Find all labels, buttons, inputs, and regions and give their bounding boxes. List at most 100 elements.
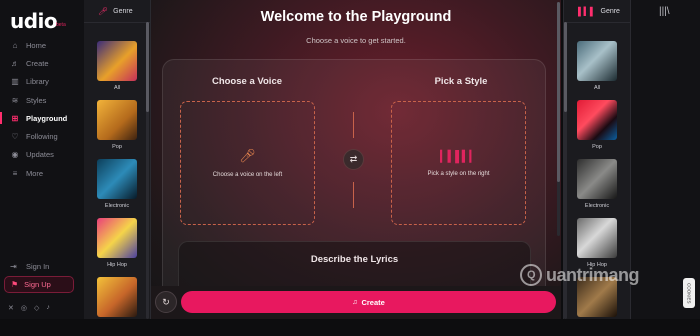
microphone-icon: 🎤︎ — [98, 6, 109, 16]
divider-line — [353, 182, 354, 208]
styles-icon: ≋ — [11, 95, 19, 105]
page-title: Welcome to the Playground — [260, 9, 452, 25]
lyrics-title: Describe the Lyrics — [310, 254, 399, 265]
home-icon: ⌂ — [12, 40, 18, 50]
tiktok-icon[interactable]: ♪ — [46, 304, 50, 312]
genre-thumbnail — [577, 100, 617, 140]
playground-card: Choose a Voice Pick a Style 🎤︎ Choose a … — [162, 59, 546, 319]
genre-thumbnail — [577, 159, 617, 199]
music-note-icon: ♫ — [352, 298, 358, 306]
playground-icon: ⊞ — [11, 113, 19, 123]
library-icon: ▥ — [11, 77, 19, 87]
bottom-action-bar: ↻ ♫ Create — [151, 286, 561, 319]
pick-style-title: Pick a Style — [434, 76, 488, 87]
reset-button[interactable]: ↻ — [155, 291, 177, 313]
genre-header: 🎤︎ Genre — [84, 0, 150, 23]
beta-badge: beta — [56, 22, 66, 28]
heart-icon: ♡ — [11, 132, 19, 142]
swap-button[interactable]: ⇄ — [343, 149, 364, 170]
genre-item-pop[interactable]: Pop — [84, 100, 150, 159]
nav-item-following[interactable]: ♡ Following — [0, 127, 84, 145]
watermark-logo-icon: Q — [520, 264, 542, 286]
main-nav: ⌂ Home ♬ Create ▥ Library ≋ Styles ⊞ Pla… — [0, 36, 84, 182]
right-side-panel: |||\ — [630, 0, 700, 319]
genre-column-left: 🎤︎ Genre All Pop Electronic Hip Hop — [84, 0, 151, 319]
voice-hint: Choose a voice on the left — [212, 172, 283, 178]
scrollbar[interactable] — [146, 22, 149, 319]
nav-item-more[interactable]: ≡ More — [0, 164, 84, 182]
sign-up-label: Sign Up — [24, 280, 51, 289]
page-subtitle: Choose a voice to get started. — [306, 36, 406, 45]
library-icon[interactable]: |||\ — [659, 6, 670, 17]
style-hint: Pick a style on the right — [427, 170, 490, 177]
genre-thumbnail — [97, 159, 137, 199]
genre-header-label: Genre — [600, 7, 620, 15]
create-label: Create — [361, 297, 385, 307]
app-sidebar: udio beta ⌂ Home ♬ Create ▥ Library ≋ St… — [0, 0, 84, 319]
scrollbar[interactable] — [557, 2, 560, 236]
genre-list: All Pop Electronic Hip Hop — [564, 41, 630, 336]
genre-header-label: Genre — [113, 7, 133, 15]
nav-label: Home — [26, 40, 47, 50]
nav-label: Library — [26, 77, 49, 87]
genre-label: All — [113, 85, 121, 91]
genre-item-pop[interactable]: Pop — [564, 100, 630, 159]
create-button[interactable]: ♫ Create — [181, 291, 556, 313]
nav-item-styles[interactable]: ≋ Styles — [0, 91, 84, 109]
refresh-icon: ↻ — [162, 296, 170, 307]
genre-label: Pop — [592, 144, 602, 150]
scrollbar-thumb[interactable] — [564, 22, 567, 112]
genre-item-electronic[interactable]: Electronic — [84, 159, 150, 218]
waveform-icon: ▎▍▌▍▎ — [440, 150, 478, 163]
nav-item-home[interactable]: ⌂ Home — [0, 36, 84, 54]
sign-in-label: Sign In — [26, 262, 50, 271]
nav-label: Updates — [26, 150, 54, 160]
sign-up-button[interactable]: ⚑ Sign Up — [4, 276, 74, 293]
watermark: Q uantrimang — [520, 264, 640, 286]
nav-label: Playground — [26, 113, 68, 123]
nav-item-updates[interactable]: ◉ Updates — [0, 146, 84, 164]
genre-thumbnail — [97, 100, 137, 140]
nav-label: More — [26, 168, 44, 178]
watermark-text: uantrimang — [546, 264, 640, 285]
sign-in-link[interactable]: ⇥ Sign In — [10, 262, 49, 271]
sign-up-icon: ⚑ — [11, 280, 19, 289]
genre-list: All Pop Electronic Hip Hop — [84, 41, 150, 336]
nav-label: Styles — [26, 95, 47, 105]
genre-thumbnail — [97, 41, 137, 81]
playground-main: Welcome to the Playground Choose a voice… — [151, 0, 561, 319]
genre-item-all[interactable]: All — [84, 41, 150, 100]
genre-label: All — [593, 85, 601, 91]
updates-icon: ◉ — [11, 150, 19, 160]
sign-in-icon: ⇥ — [10, 262, 17, 271]
nav-label: Following — [26, 132, 58, 142]
genre-item-hip-hop[interactable]: Hip Hop — [84, 218, 150, 277]
instagram-icon[interactable]: ◎ — [21, 304, 27, 312]
microphone-icon: 🎤︎ — [239, 148, 256, 163]
genre-thumbnail — [577, 218, 617, 258]
swap-icon: ⇄ — [349, 154, 358, 164]
x-twitter-icon[interactable]: ✕ — [8, 304, 14, 312]
nav-item-library[interactable]: ▥ Library — [0, 73, 84, 91]
nav-item-playground[interactable]: ⊞ Playground — [0, 109, 84, 127]
genre-thumbnail — [577, 41, 617, 81]
genre-thumbnail — [97, 218, 137, 258]
genre-thumbnail — [97, 277, 137, 317]
genre-item-electronic[interactable]: Electronic — [564, 159, 630, 218]
discord-icon[interactable]: ◇ — [34, 304, 39, 312]
nav-item-create[interactable]: ♬ Create — [0, 54, 84, 72]
genre-label: Electronic — [104, 203, 130, 209]
voice-drop-zone[interactable]: 🎤︎ Choose a voice on the left — [180, 101, 315, 225]
scrollbar-thumb[interactable] — [146, 22, 149, 112]
waveform-icon: ▌▍▌ — [578, 6, 596, 16]
genre-label: Pop — [112, 144, 122, 150]
cookie-settings-tab[interactable]: COOKIES — [683, 278, 695, 308]
scrollbar-thumb[interactable] — [557, 2, 560, 182]
genre-item-all[interactable]: All — [564, 41, 630, 100]
style-drop-zone[interactable]: ▎▍▌▍▎ Pick a style on the right — [391, 101, 526, 225]
genre-header: ▌▍▌ Genre — [564, 0, 630, 23]
genre-item-next[interactable] — [84, 277, 150, 336]
divider-line — [353, 112, 354, 138]
social-links: ✕ ◎ ◇ ♪ — [8, 304, 50, 312]
udio-logo[interactable]: udio — [10, 9, 58, 33]
